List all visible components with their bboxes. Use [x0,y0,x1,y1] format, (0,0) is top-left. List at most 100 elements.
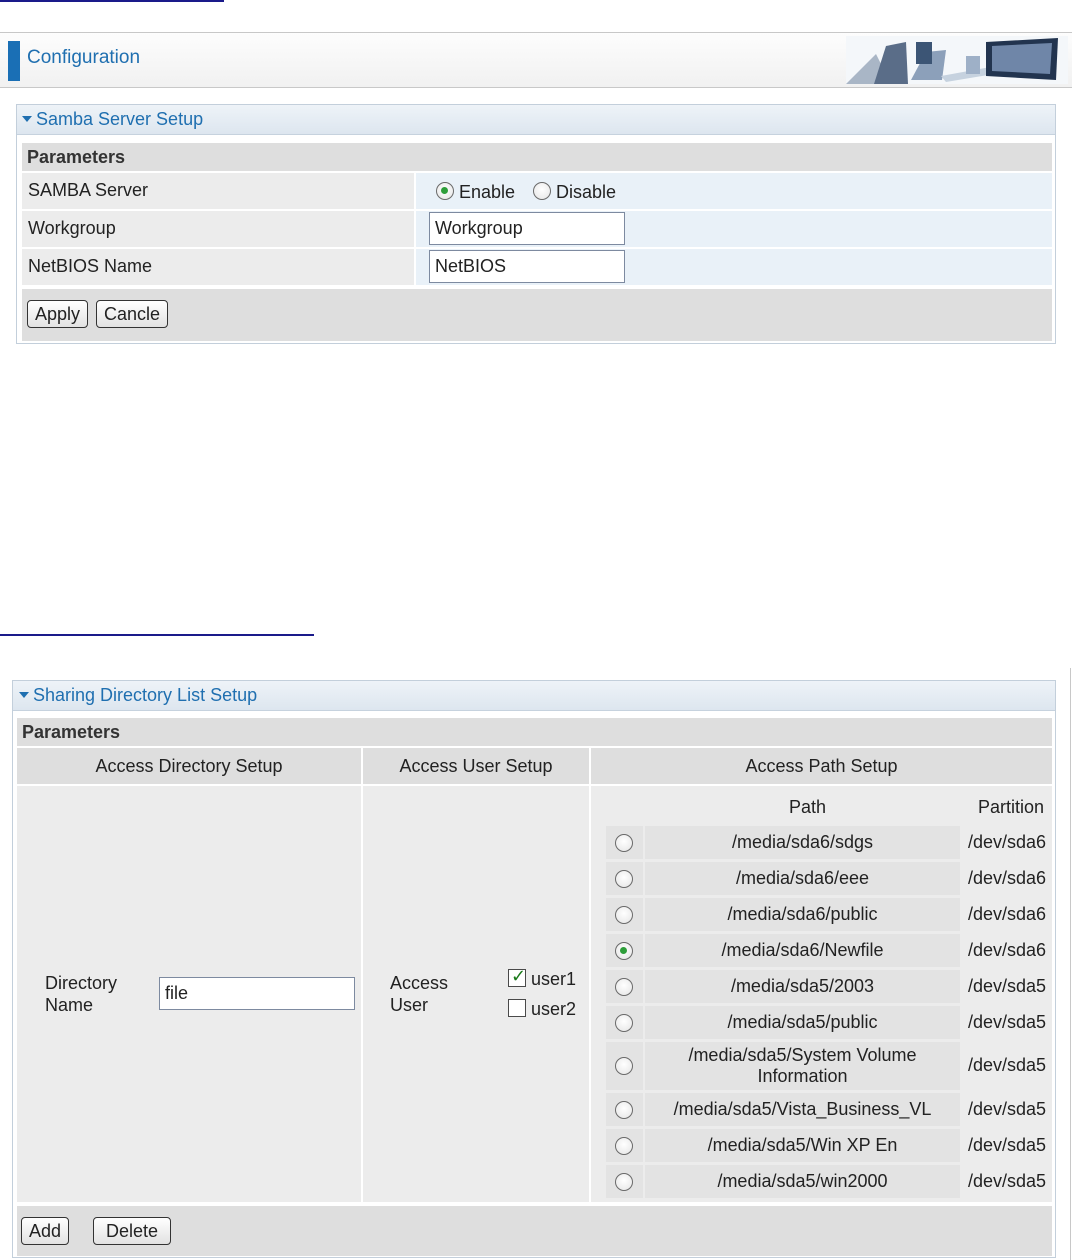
edge-line [1070,668,1071,1260]
path-radio-cell [606,898,643,931]
path-radio[interactable] [615,1057,633,1075]
partition-cell: /dev/sda5 [962,1042,1050,1090]
directory-name-label-line1: Directory [45,973,118,993]
partition-cell: /dev/sda6 [962,826,1050,859]
header-accent [8,41,20,81]
directory-name-input[interactable] [159,977,355,1010]
disable-label: Disable [556,182,617,202]
panel-titlebar[interactable]: Sharing Directory List Setup [13,681,1055,711]
samba-server-label-cell: SAMBA Server [22,173,414,209]
path-radio[interactable] [615,1173,633,1191]
panel-titlebar[interactable]: Samba Server Setup [17,105,1055,135]
workgroup-label-cell: Workgroup [22,211,414,247]
access-user-label-line1: Access [390,973,449,993]
path-cell: /media/sda6/Newfile [645,934,960,967]
delete-button[interactable]: Delete [93,1217,172,1245]
user2-label: user2 [531,999,577,1019]
cancel-button[interactable]: Cancle [96,300,169,328]
workgroup-input[interactable] [429,212,625,245]
partition-text: /dev/sda6 [967,904,1046,924]
parameters-label: Parameters [27,147,126,167]
add-button[interactable]: Add [21,1217,70,1245]
path-cell: /media/sda6/sdgs [645,826,960,859]
samba-server-label: SAMBA Server [28,180,149,200]
path-radio-cell [606,826,643,859]
access-path-header: Access Path Setup [591,748,1052,784]
access-user-header: Access User Setup [363,748,589,784]
user2-checkbox[interactable] [508,999,526,1017]
enable-label: Enable [459,182,516,202]
directory-name-label-line2: Name [45,995,94,1015]
path-radio-cell [606,1006,643,1039]
path-radio-cell [606,934,643,967]
collapse-triangle-icon[interactable] [22,116,32,122]
path-text: /media/sda5/public [727,1012,878,1032]
enable-radio[interactable] [436,182,454,200]
partition-cell: /dev/sda5 [962,1165,1050,1198]
path-radio[interactable] [615,834,633,852]
netbios-input[interactable] [429,250,625,283]
path-text: /media/sda5/System Volume Information [688,1045,917,1086]
path-cell: /media/sda6/eee [645,862,960,895]
partition-cell: /dev/sda6 [962,862,1050,895]
partition-text: /dev/sda5 [967,1171,1046,1191]
netbios-label: NetBIOS Name [28,256,153,276]
partition-column-header: Partition [978,797,1045,817]
partition-cell: /dev/sda5 [962,1006,1050,1039]
partition-text: /dev/sda6 [967,832,1046,852]
apply-button[interactable]: Apply [27,300,89,328]
samba-footer: Apply Cancle [22,289,1052,341]
checkmark-icon: ✓ [511,966,527,986]
panel-title: Sharing Directory List Setup [33,685,258,705]
path-cell: /media/sda5/2003 [645,970,960,1003]
path-cell: /media/sda5/Win XP En [645,1129,960,1162]
disable-radio[interactable] [533,182,551,200]
path-radio[interactable] [615,1137,633,1155]
collapse-triangle-icon[interactable] [19,692,29,698]
heading-underline [0,634,314,636]
office-banner-icon [846,36,1068,84]
access-directory-header: Access Directory Setup [17,748,361,784]
path-radio[interactable] [615,870,633,888]
path-text: /media/sda6/eee [735,868,870,888]
netbios-label-cell: NetBIOS Name [22,249,414,285]
path-radio[interactable] [615,906,633,924]
path-radio[interactable] [615,1101,633,1119]
path-radio-cell [606,1129,643,1162]
samba-server-value-cell: Enable Disable [416,173,1052,209]
path-radio[interactable] [615,1014,633,1032]
path-text: /media/sda5/Vista_Business_VL [673,1099,932,1119]
path-cell: /media/sda5/win2000 [645,1165,960,1198]
path-radio-cell [606,1093,643,1126]
path-column-header: Path [789,797,827,817]
panel-title: Samba Server Setup [36,109,204,129]
user1-label: user1 [531,969,577,989]
path-radio-cell [606,1165,643,1198]
user1-checkbox[interactable]: ✓ [508,966,527,987]
partition-cell: /dev/sda5 [962,970,1050,1003]
parameters-label: Parameters [22,722,121,742]
path-text: /media/sda6/public [727,904,878,924]
workgroup-label: Workgroup [28,218,116,238]
page-title: Configuration [27,47,141,68]
access-user-cell: Access User ✓ user1 user2 [363,786,589,1202]
path-radio[interactable] [615,978,633,996]
netbios-value-cell [416,249,1052,285]
path-radio-cell [606,1042,643,1090]
heading-underline [0,0,224,2]
directory-cell: Directory Name [17,786,361,1202]
access-path-cell: Path Partition /media/sda6/sdgs /dev/sda… [591,786,1052,1202]
sharing-directory-panel: Sharing Directory List Setup Parameters … [12,680,1056,1258]
partition-text: /dev/sda6 [967,940,1046,960]
path-text: /media/sda6/sdgs [731,832,874,852]
sharing-footer: Add Delete [17,1206,1052,1256]
partition-text: /dev/sda5 [967,1099,1046,1119]
partition-text: /dev/sda6 [967,868,1046,888]
partition-cell: /dev/sda6 [962,898,1050,931]
path-cell: /media/sda6/public [645,898,960,931]
parameters-bar: Parameters [17,718,1052,746]
partition-cell: /dev/sda5 [962,1129,1050,1162]
partition-text: /dev/sda5 [967,1012,1046,1032]
path-radio[interactable] [615,942,633,960]
workgroup-value-cell [416,211,1052,247]
